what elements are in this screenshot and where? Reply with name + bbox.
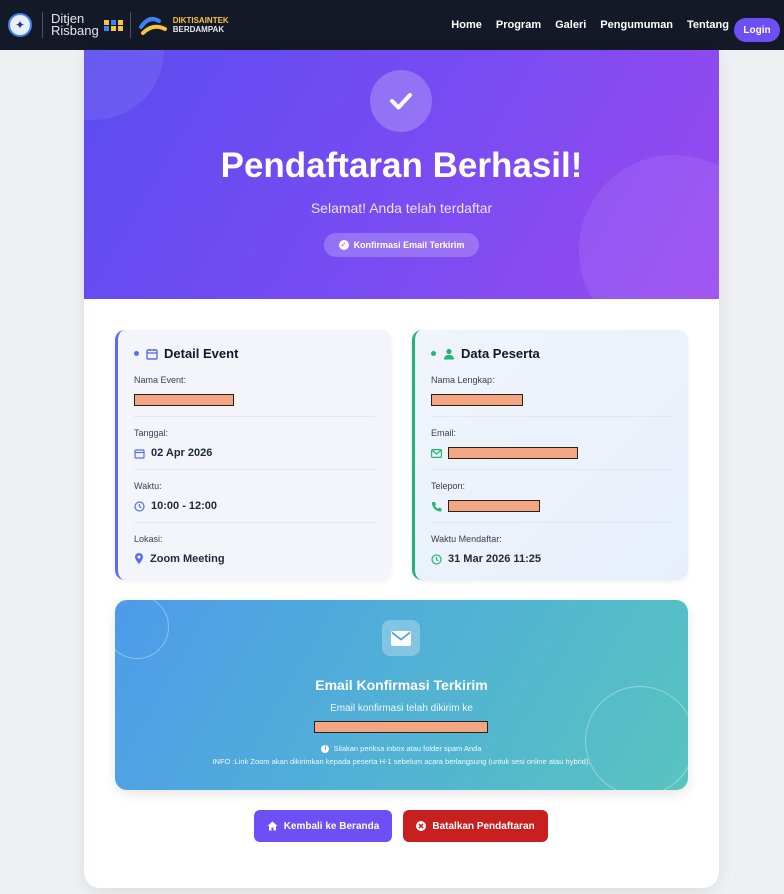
decorative-ring bbox=[115, 600, 169, 659]
fullname-field: Nama Lengkap: bbox=[431, 375, 672, 417]
cancel-registration-button[interactable]: Batalkan Pendaftaran bbox=[403, 810, 548, 842]
navbar-divider bbox=[42, 12, 43, 38]
event-date-label: Tanggal: bbox=[134, 428, 169, 438]
event-time-row: 10:00 - 12:00 bbox=[134, 499, 375, 513]
event-name-value bbox=[134, 393, 375, 407]
email-confirmation-panel: Email Konfirmasi Terkirim Email konfirma… bbox=[115, 600, 688, 790]
nav-links: Home Program Galeri Pengumuman Tentang bbox=[437, 0, 729, 50]
zoom-info-text: INFO :Link Zoom akan dikirimkan kepada p… bbox=[212, 757, 591, 766]
decorative-ring bbox=[585, 686, 688, 790]
registered-time-value: 31 Mar 2026 11:25 bbox=[448, 553, 541, 565]
user-icon bbox=[443, 348, 455, 360]
brand2-line-2: BERDAMPAK bbox=[172, 25, 225, 34]
phone-icon bbox=[431, 501, 442, 512]
navbar: ✦ Ditjen Risbang DIKTISAINTEK BERDAMPAK … bbox=[0, 0, 784, 50]
email-field: Email: bbox=[431, 428, 672, 470]
page-title: Pendaftaran Berhasil! bbox=[220, 146, 583, 185]
clock-icon bbox=[134, 500, 145, 512]
email-sent-badge: ✓ Konfirmasi Email Terkirim bbox=[324, 233, 479, 257]
phone-field: Telepon: bbox=[431, 481, 672, 523]
redacted-fullname bbox=[431, 394, 523, 406]
back-to-home-button[interactable]: Kembali ke Beranda bbox=[254, 810, 392, 842]
nav-link-tentang[interactable]: Tentang bbox=[687, 19, 729, 31]
clock-icon bbox=[431, 553, 442, 565]
phone-label: Telepon: bbox=[431, 481, 466, 491]
event-date-row: 02 Apr 2026 bbox=[134, 446, 375, 460]
brand-dots-icon bbox=[103, 19, 124, 32]
redacted-email-address bbox=[314, 721, 488, 733]
nav-link-home[interactable]: Home bbox=[451, 19, 482, 31]
page-subtitle: Selamat! Anda telah terdaftar bbox=[310, 200, 493, 216]
calendar-outline-icon bbox=[134, 448, 145, 459]
ministry-emblem-icon[interactable]: ✦ bbox=[8, 13, 32, 37]
nav-link-pengumuman[interactable]: Pengumuman bbox=[600, 19, 673, 31]
event-details-heading: Detail Event bbox=[134, 346, 375, 361]
registration-success-card: Pendaftaran Berhasil! Selamat! Anda tela… bbox=[84, 50, 719, 888]
participant-details-box: Data Peserta Nama Lengkap: Email: Telepo… bbox=[412, 330, 688, 580]
map-pin-icon bbox=[134, 553, 144, 565]
brand-line-2: Risbang bbox=[51, 23, 99, 38]
event-location-value: Zoom Meeting bbox=[150, 553, 225, 565]
event-name-field: Nama Event: bbox=[134, 375, 375, 417]
bullet-dot bbox=[134, 351, 139, 356]
diktisaintek-logo-icon[interactable] bbox=[138, 13, 169, 37]
event-location-field: Lokasi: Zoom Meeting bbox=[134, 534, 375, 575]
email-panel-title: Email Konfirmasi Terkirim bbox=[315, 677, 488, 693]
bullet-dot bbox=[431, 351, 436, 356]
decorative-circle bbox=[84, 50, 164, 120]
participant-details-title: Data Peserta bbox=[461, 346, 540, 361]
fullname-value bbox=[431, 393, 672, 407]
email-sent-badge-label: Konfirmasi Email Terkirim bbox=[353, 240, 465, 250]
redacted-event-name bbox=[134, 394, 234, 406]
cancel-registration-label: Batalkan Pendaftaran bbox=[432, 820, 535, 832]
email-label: Email: bbox=[431, 428, 457, 438]
email-panel-subtitle: Email konfirmasi telah dikirim ke bbox=[330, 703, 473, 714]
envelope-icon bbox=[431, 448, 442, 458]
participant-details-heading: Data Peserta bbox=[431, 346, 672, 361]
registered-time-row: 31 Mar 2026 11:25 bbox=[431, 552, 672, 566]
success-hero: Pendaftaran Berhasil! Selamat! Anda tela… bbox=[84, 50, 719, 299]
brand-ditjen-risbang[interactable]: Ditjen Risbang bbox=[51, 12, 99, 38]
event-time-field: Waktu: 10:00 - 12:00 bbox=[134, 481, 375, 523]
login-button[interactable]: Login bbox=[734, 18, 780, 42]
event-name-label: Nama Event: bbox=[134, 375, 187, 385]
event-date-value: 02 Apr 2026 bbox=[151, 447, 213, 459]
redacted-phone bbox=[448, 500, 540, 512]
redacted-email bbox=[448, 447, 578, 459]
event-location-label: Lokasi: bbox=[134, 534, 163, 544]
brand2-line-1: DIKTISAINTEK bbox=[172, 16, 229, 25]
close-circle-icon bbox=[416, 821, 427, 831]
event-details-box: Detail Event Nama Event: Tanggal: 02 Apr… bbox=[115, 330, 391, 580]
event-location-row: Zoom Meeting bbox=[134, 552, 375, 566]
success-check-icon bbox=[370, 70, 432, 132]
registered-time-field: Waktu Mendaftar: 31 Mar 2026 11:25 bbox=[431, 534, 672, 575]
mail-icon bbox=[382, 620, 420, 656]
event-date-field: Tanggal: 02 Apr 2026 bbox=[134, 428, 375, 470]
nav-link-galeri[interactable]: Galeri bbox=[555, 19, 586, 31]
navbar-divider bbox=[129, 12, 131, 38]
nav-link-program[interactable]: Program bbox=[496, 19, 541, 31]
brand-diktisaintek[interactable]: DIKTISAINTEK BERDAMPAK bbox=[173, 16, 229, 34]
event-time-label: Waktu: bbox=[134, 481, 162, 491]
event-time-value: 10:00 - 12:00 bbox=[151, 500, 218, 512]
calendar-icon bbox=[146, 348, 158, 360]
back-to-home-label: Kembali ke Beranda bbox=[283, 820, 380, 832]
spam-note: i Silakan periksa inbox atau folder spam… bbox=[115, 744, 688, 753]
event-details-title: Detail Event bbox=[164, 346, 239, 361]
registered-time-label: Waktu Mendaftar: bbox=[431, 534, 502, 544]
fullname-label: Nama Lengkap: bbox=[431, 375, 495, 385]
email-row bbox=[431, 446, 672, 460]
spam-note-text: Silakan periksa inbox atau folder spam A… bbox=[333, 744, 482, 753]
phone-row bbox=[431, 499, 672, 513]
home-icon bbox=[267, 821, 278, 831]
info-circle-icon: i bbox=[321, 744, 330, 753]
check-circle-icon: ✓ bbox=[338, 240, 349, 250]
